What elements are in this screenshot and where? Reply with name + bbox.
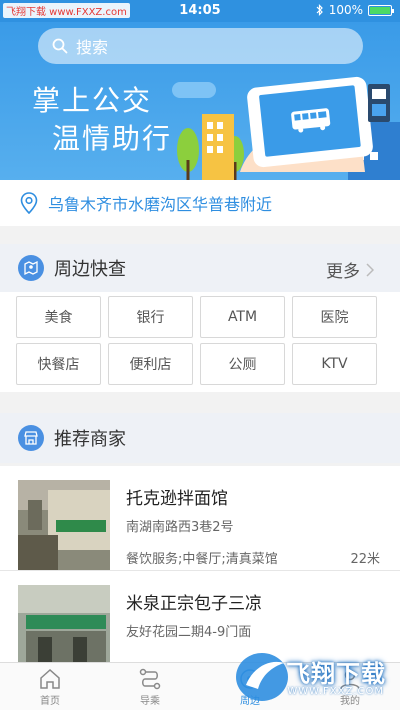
merchant-item[interactable]: 托克逊拌面馆 南湖南路西3巷2号 餐饮服务;中餐厅;清真菜馆 22米 — [0, 466, 400, 570]
nearby-item-bank[interactable]: 银行 — [108, 296, 193, 338]
merchant-photo — [18, 585, 110, 662]
shop-icon — [24, 431, 38, 445]
merchant-address: 友好花园二期4-9门面 — [126, 625, 252, 640]
nearby-section-icon — [18, 255, 44, 281]
slogan-line1: 掌上公交 — [32, 84, 153, 117]
slogan-line2: 温情助行 — [52, 122, 173, 155]
tab-home[interactable]: 首页 — [0, 663, 100, 710]
nearby-item-hospital[interactable]: 医院 — [292, 296, 377, 338]
recommend-section-icon — [18, 425, 44, 451]
battery-fill — [370, 6, 390, 14]
chevron-right-icon — [366, 262, 374, 277]
nearby-item-convenience[interactable]: 便利店 — [108, 343, 193, 385]
status-bar: 飞翔下载 www.FXXZ.com 14:05 100% — [0, 0, 400, 22]
nearby-title: 周边快查 — [54, 259, 126, 280]
location-pin-icon — [20, 192, 38, 214]
current-location-row[interactable]: 乌鲁木齐市水磨沟区华普巷附近 — [0, 180, 400, 226]
tab-home-label: 首页 — [40, 695, 60, 707]
bluetooth-icon — [316, 4, 323, 16]
more-button[interactable]: 更多 — [326, 257, 374, 282]
search-icon — [52, 38, 68, 54]
nearby-grid: 美食 银行 ATM 医院 快餐店 便利店 公厕 KTV — [0, 292, 400, 392]
merchant-list: 托克逊拌面馆 南湖南路西3巷2号 餐饮服务;中餐厅;清真菜馆 22米 米泉正宗包… — [0, 466, 400, 662]
watermark-logo-url: WWW.FXXZ.COM — [287, 686, 384, 697]
merchant-address: 南湖南路西3巷2号 — [126, 520, 234, 535]
recommend-section-header: 推荐商家 — [0, 413, 400, 463]
search-placeholder: 搜索 — [76, 38, 109, 57]
tab-route[interactable]: 导乘 — [100, 663, 200, 710]
watermark-logo-text: 飞翔下载 — [286, 660, 386, 688]
merchant-name: 米泉正宗包子三凉 — [126, 594, 262, 614]
nearby-item-fastfood[interactable]: 快餐店 — [16, 343, 101, 385]
nearby-item-toilet[interactable]: 公厕 — [200, 343, 285, 385]
home-icon — [40, 668, 60, 689]
tab-route-label: 导乘 — [140, 695, 160, 707]
banner: 搜索 掌上公交 温情助行 — [0, 22, 400, 180]
location-text: 乌鲁木齐市水磨沟区华普巷附近 — [48, 195, 273, 214]
status-right: 100% — [316, 3, 394, 17]
battery-percent: 100% — [328, 3, 363, 17]
battery-icon — [368, 4, 394, 16]
nearby-section-header: 周边快查 更多 — [0, 244, 400, 292]
banner-illustration — [177, 76, 400, 180]
merchant-photo — [18, 480, 110, 570]
recommend-title: 推荐商家 — [54, 429, 126, 450]
more-label: 更多 — [326, 262, 360, 282]
nearby-item-ktv[interactable]: KTV — [292, 343, 377, 385]
route-icon — [139, 668, 161, 689]
map-icon — [24, 260, 38, 276]
merchant-distance: 22米 — [350, 552, 380, 567]
merchant-name: 托克逊拌面馆 — [126, 489, 228, 509]
nearby-item-atm[interactable]: ATM — [200, 296, 285, 338]
nearby-item-food[interactable]: 美食 — [16, 296, 101, 338]
merchant-category: 餐饮服务;中餐厅;清真菜馆 — [126, 552, 278, 567]
